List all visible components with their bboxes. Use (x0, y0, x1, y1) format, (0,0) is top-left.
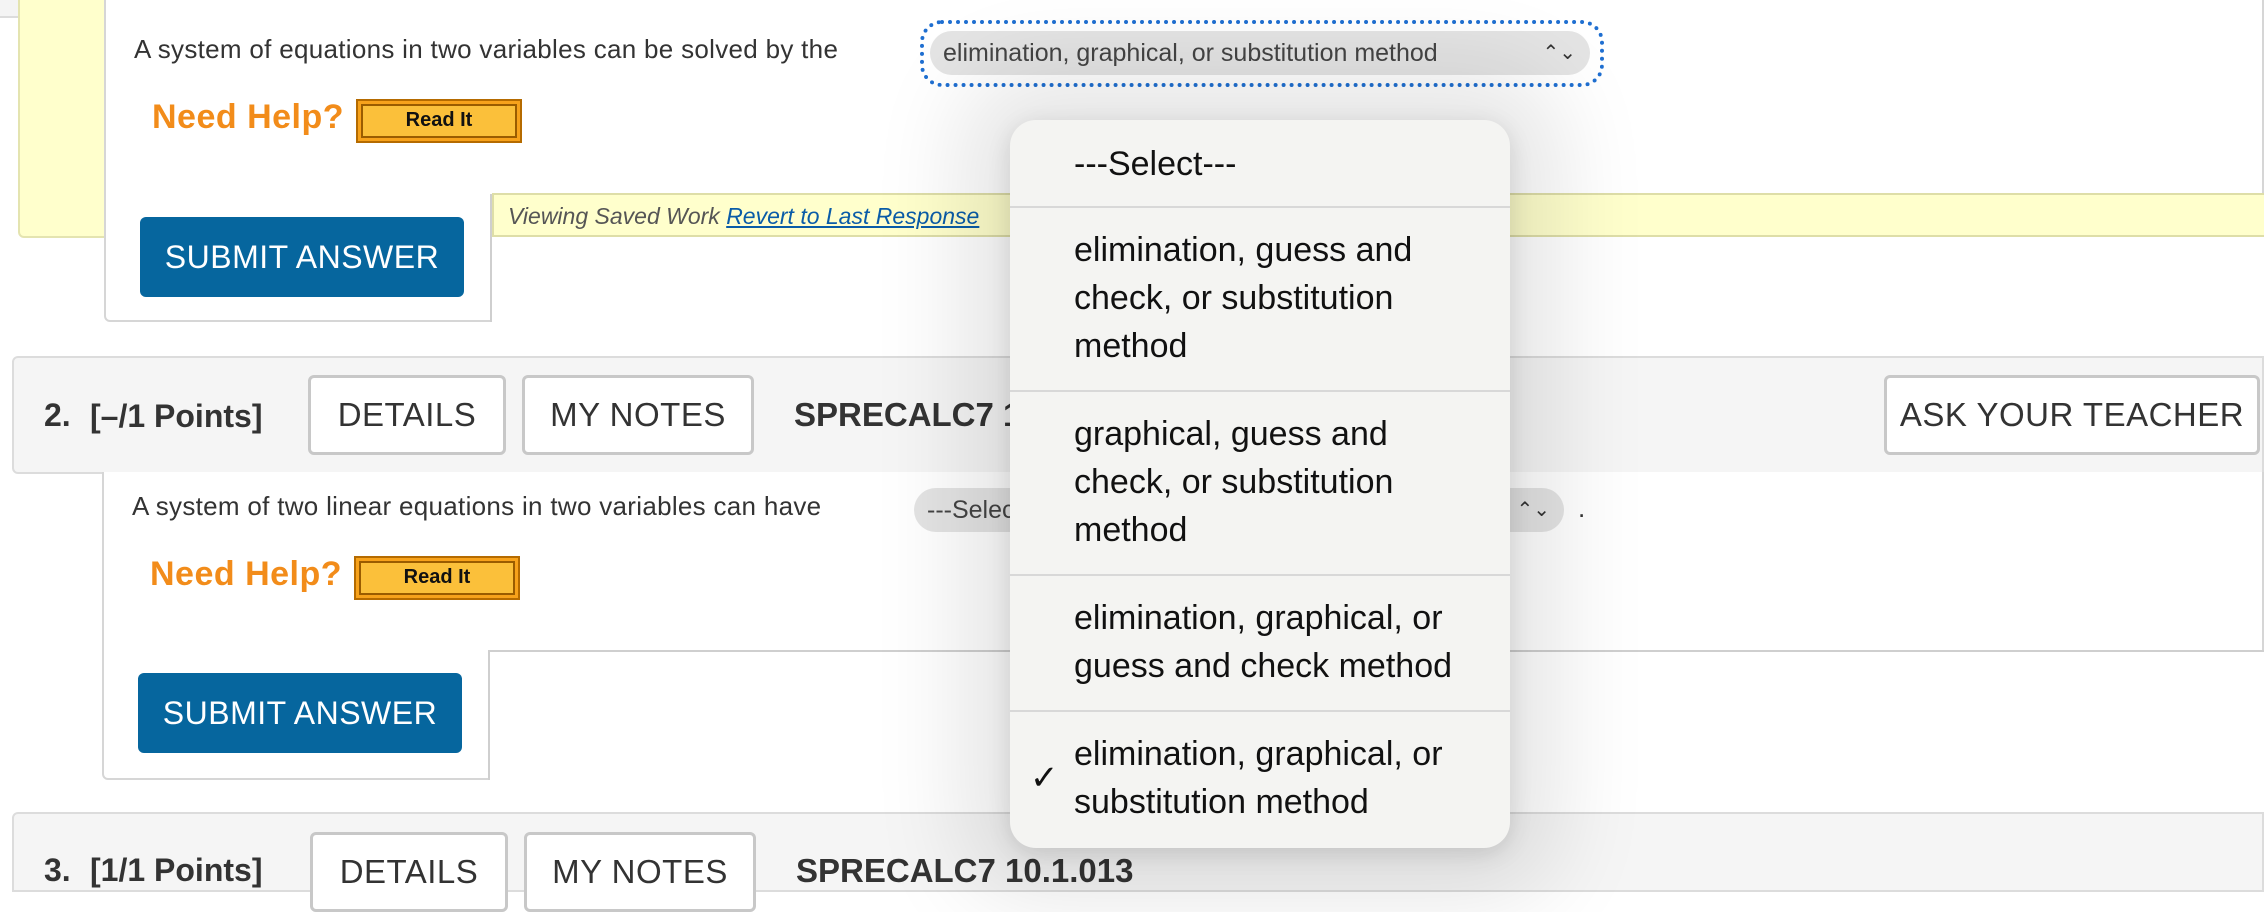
need-help-label: Need Help? (152, 98, 345, 136)
select-arrows-icon: ⌃⌄ (1542, 42, 1576, 64)
question2-points: [–/1 Points] (90, 398, 263, 434)
question2-submit-button[interactable]: SUBMIT ANSWER (138, 673, 462, 753)
dropdown-option-label: elimination, graphical, or substitution … (1074, 735, 1443, 821)
question2-code: SPRECALC7 10 (794, 396, 1040, 433)
select-value: elimination, graphical, or substitution … (943, 39, 1438, 67)
dropdown-option-label: elimination, guess and check, or substit… (1074, 231, 1413, 365)
question2-prompt: A system of two linear equations in two … (132, 491, 822, 521)
select-dropdown-menu: ---Select--- elimination, guess and chec… (1010, 120, 1510, 848)
saved-work-text: Viewing Saved Work (508, 203, 727, 229)
question3-code: SPRECALC7 10.1.013 (796, 852, 1134, 889)
select-value: ---Select (927, 496, 1022, 524)
ask-your-teacher-button[interactable]: ASK YOUR TEACHER (1884, 375, 2260, 455)
read-it-label: Read It (359, 561, 515, 595)
question3-points: [1/1 Points] (90, 852, 263, 888)
dropdown-option-label: graphical, guess and check, or substitut… (1074, 415, 1394, 549)
read-it-button[interactable]: Read It (354, 556, 520, 600)
question1-prompt: A system of equations in two variables c… (134, 34, 839, 64)
question1-answer-select[interactable]: elimination, graphical, or substitution … (930, 31, 1590, 75)
revert-link[interactable]: Revert to Last Response (726, 203, 979, 229)
need-help-label: Need Help? (150, 555, 343, 593)
dropdown-option[interactable]: graphical, guess and check, or substitut… (1010, 392, 1510, 576)
question3-number: 3. (44, 852, 71, 888)
dropdown-option-label: elimination, graphical, or guess and che… (1074, 599, 1453, 685)
dropdown-option[interactable]: ---Select--- (1010, 120, 1510, 208)
question2-period: . (1578, 493, 1586, 523)
dropdown-option[interactable]: elimination, guess and check, or substit… (1010, 208, 1510, 392)
read-it-label: Read It (361, 104, 517, 138)
question2-divider-vertical (488, 650, 490, 780)
question2-details-button[interactable]: DETAILS (308, 375, 506, 455)
checkmark-icon: ✓ (1030, 759, 1059, 797)
question3-details-button[interactable]: DETAILS (310, 832, 508, 912)
dropdown-option[interactable]: elimination, graphical, or guess and che… (1010, 576, 1510, 712)
question2-number: 2. (44, 397, 71, 433)
dropdown-option-selected[interactable]: ✓ elimination, graphical, or substitutio… (1010, 712, 1510, 848)
question1-submit-button[interactable]: SUBMIT ANSWER (140, 217, 464, 297)
select-arrows-icon: ⌃⌄ (1516, 499, 1550, 521)
question3-my-notes-button[interactable]: MY NOTES (524, 832, 756, 912)
read-it-button[interactable]: Read It (356, 99, 522, 143)
dropdown-option-label: ---Select--- (1074, 145, 1237, 183)
question2-my-notes-button[interactable]: MY NOTES (522, 375, 754, 455)
